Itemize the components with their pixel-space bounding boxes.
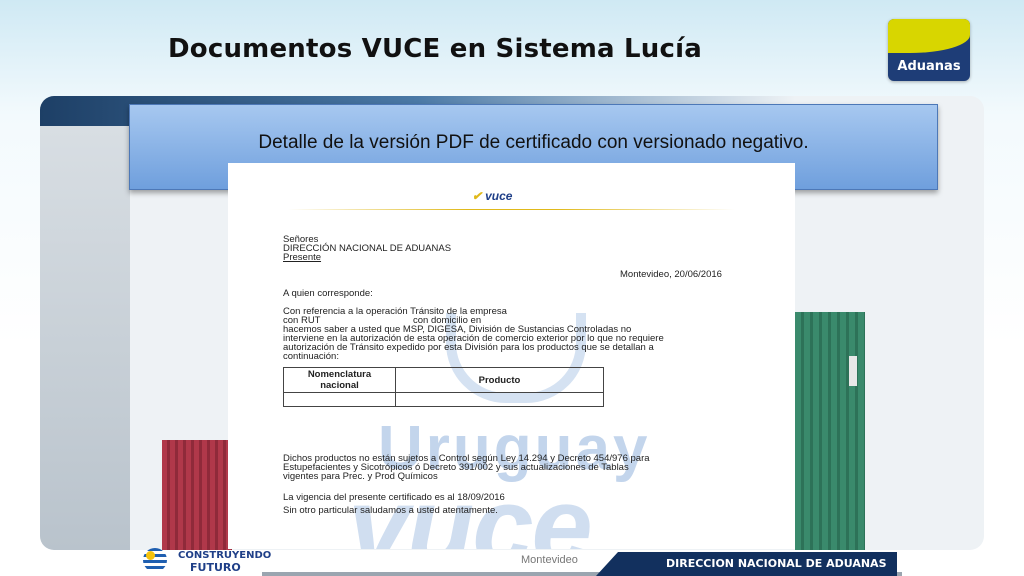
table-header-producto: Producto bbox=[395, 367, 604, 393]
vuce-logo-text: vuce bbox=[485, 189, 513, 203]
product-table: Nomenclatura nacional Producto bbox=[283, 367, 604, 407]
check-icon: ✔ bbox=[472, 189, 483, 203]
greeting: A quien corresponde: bbox=[283, 288, 373, 299]
flag-sun-icon bbox=[146, 551, 155, 560]
footer-location: Montevideo bbox=[521, 554, 578, 566]
logo-text: Aduanas bbox=[897, 59, 961, 74]
red-shipping-container bbox=[162, 440, 232, 550]
certificate-document: Uruguay vuce ✔ vuce Señores DIRECCIÓN NAC… bbox=[228, 163, 795, 549]
logo-yellow-swoosh bbox=[888, 19, 970, 53]
validity-line: La vigencia del presente certificado es … bbox=[283, 492, 505, 503]
body-line: continuación: bbox=[283, 351, 339, 362]
slide-title: Documentos VUCE en Sistema Lucía bbox=[168, 34, 702, 64]
brand-line-2: FUTURO bbox=[190, 561, 241, 574]
footer-right-band: DIRECCION NACIONAL DE ADUANAS bbox=[596, 552, 897, 576]
table-row bbox=[283, 392, 604, 407]
closing-line: Sin otro particular saludamos a usted at… bbox=[283, 505, 498, 516]
footer-organization: DIRECCION NACIONAL DE ADUANAS bbox=[666, 557, 887, 570]
place-date: Montevideo, 20/06/2016 bbox=[620, 269, 722, 280]
table-cell bbox=[283, 392, 396, 407]
caption-text: Detalle de la versión PDF de certificado… bbox=[258, 132, 809, 153]
green-shipping-container bbox=[795, 312, 865, 550]
vuce-logo: ✔ vuce bbox=[472, 189, 512, 203]
control-line: vigentes para Prec. y Prod Químicos bbox=[283, 471, 438, 482]
aduanas-logo: Aduanas bbox=[888, 19, 970, 81]
container-marking bbox=[849, 356, 857, 386]
table-header-row: Nomenclatura nacional Producto bbox=[283, 367, 604, 393]
table-header-nomenclatura: Nomenclatura nacional bbox=[283, 367, 396, 393]
table-cell bbox=[395, 392, 604, 407]
brand-line-1: CONSTRUYENDO bbox=[178, 550, 272, 561]
addressee-line: Presente bbox=[283, 252, 322, 263]
header-rule bbox=[288, 209, 735, 210]
background-left bbox=[40, 126, 130, 550]
